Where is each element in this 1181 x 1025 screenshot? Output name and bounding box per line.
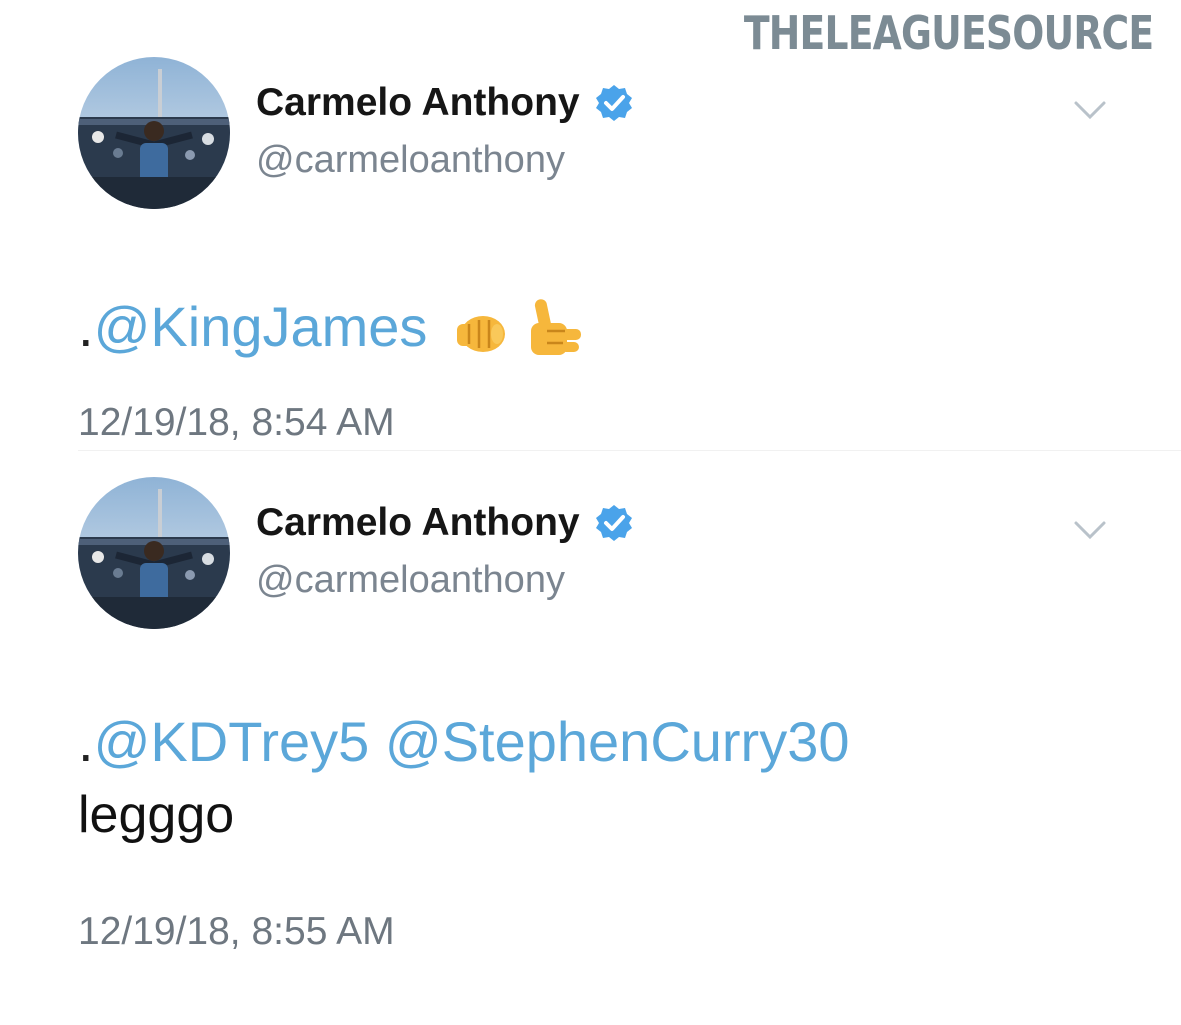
tweet: Carmelo Anthony @carmeloanthony .@KDTrey… — [0, 475, 1181, 955]
timestamp[interactable]: 12/19/18, 8:54 AM — [78, 401, 395, 445]
handle[interactable]: @carmeloanthony — [256, 139, 565, 182]
handle[interactable]: @carmeloanthony — [256, 559, 565, 602]
display-name-text: Carmelo Anthony — [256, 81, 580, 124]
mention-link[interactable]: @StephenCurry30 — [385, 710, 850, 773]
verified-badge-icon — [594, 503, 634, 543]
chevron-down-icon[interactable] — [1070, 515, 1110, 545]
text-prefix: . — [78, 710, 94, 773]
verified-badge-icon — [594, 83, 634, 123]
avatar[interactable] — [78, 477, 230, 629]
tweet-text: .@KingJames — [78, 295, 583, 367]
call-me-hand-emoji — [517, 295, 583, 367]
divider — [78, 450, 1181, 451]
tweet: Carmelo Anthony @carmeloanthony .@KingJa… — [0, 55, 1181, 455]
avatar[interactable] — [78, 57, 230, 209]
timestamp[interactable]: 12/19/18, 8:55 AM — [78, 910, 395, 954]
mention-link[interactable]: @KDTrey5 — [94, 710, 370, 773]
display-name[interactable]: Carmelo Anthony — [256, 501, 634, 545]
display-name-text: Carmelo Anthony — [256, 501, 580, 544]
display-name[interactable]: Carmelo Anthony — [256, 81, 634, 125]
avatar-image — [78, 57, 230, 209]
avatar-image — [78, 477, 230, 629]
tweet-text: .@KDTrey5 @StephenCurry30 legggo — [78, 711, 850, 844]
watermark: THELEAGUESOURCE — [743, 6, 1154, 60]
chevron-down-icon[interactable] — [1070, 95, 1110, 125]
fist-bump-emoji — [449, 300, 511, 362]
text-prefix: . — [78, 294, 94, 358]
tweet-body: legggo — [78, 785, 235, 844]
mention-link[interactable]: @KingJames — [94, 295, 428, 358]
